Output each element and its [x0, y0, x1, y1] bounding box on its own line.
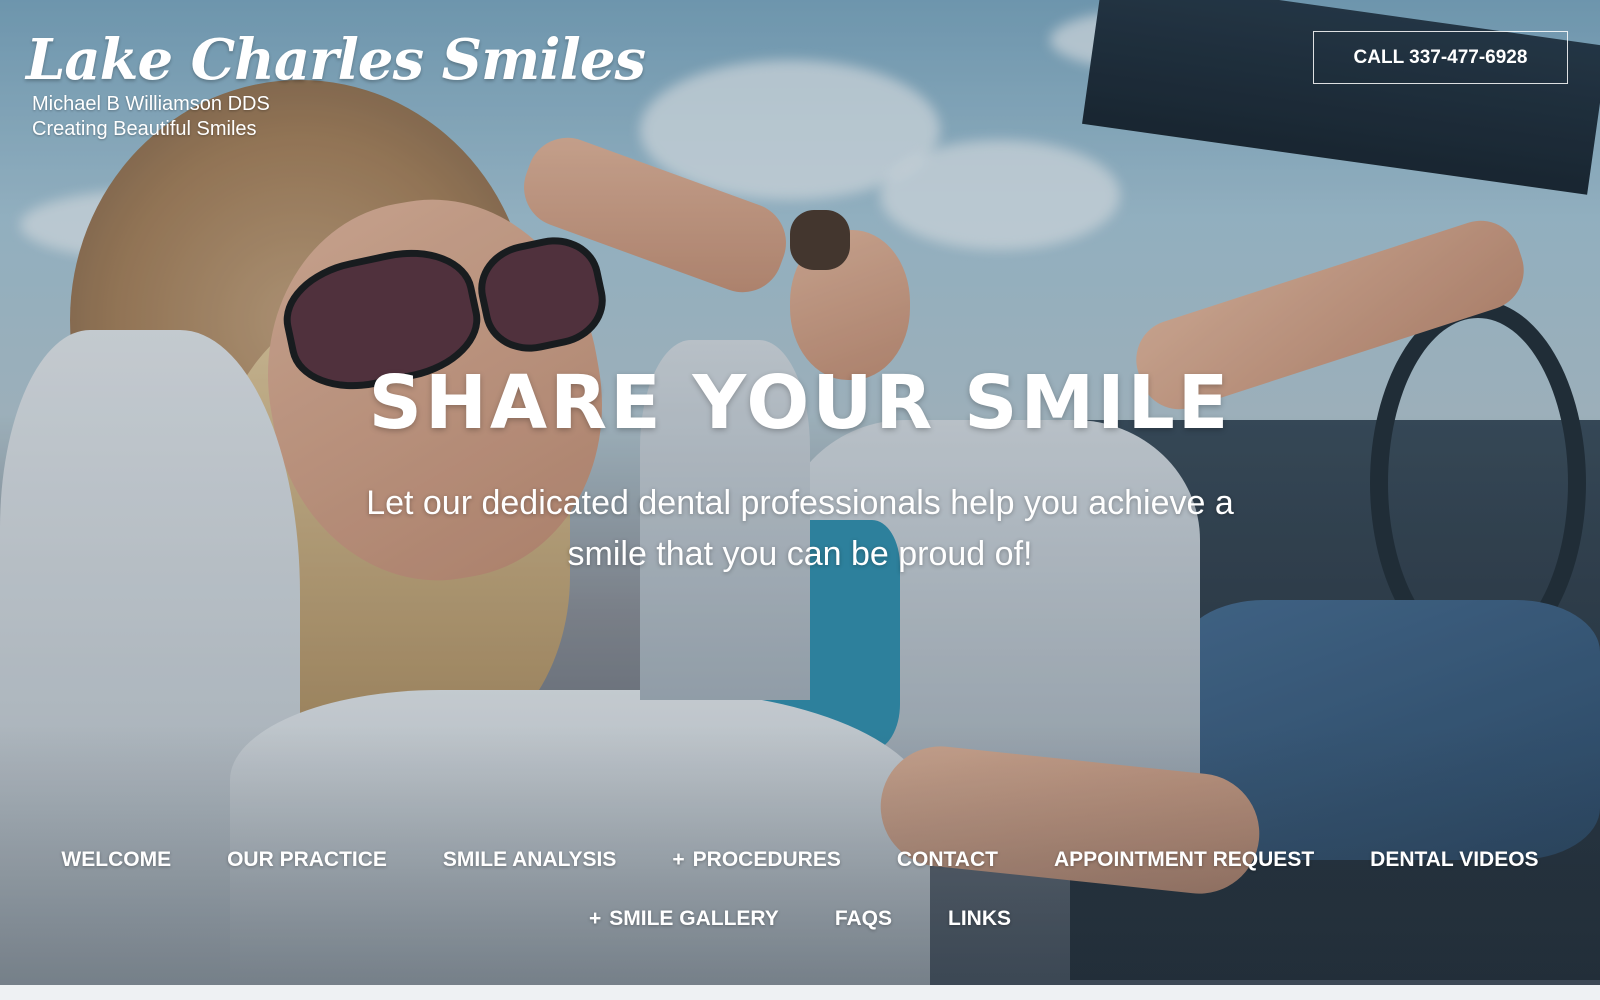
nav-item-procedures[interactable]: + PROCEDURES	[672, 848, 840, 872]
main-navigation: WELCOME OUR PRACTICE SMILE ANALYSIS + PRO…	[0, 840, 1600, 939]
expand-plus-icon[interactable]: +	[589, 907, 601, 930]
nav-item-faqs[interactable]: FAQS	[835, 907, 892, 931]
page-bottom-strip	[0, 985, 1600, 1000]
nav-item-label: SMILE ANALYSIS	[442, 848, 617, 871]
nav-item-welcome[interactable]: WELCOME	[61, 848, 171, 872]
nav-item-label: APPOINTMENT REQUEST	[1053, 848, 1315, 871]
logo-title: Lake Charles Smiles	[26, 27, 646, 93]
nav-item-label: PROCEDURES	[692, 848, 841, 871]
hero-subheading: Let our dedicated dental professionals h…	[366, 484, 1234, 573]
doctor-name: Michael B Williamson DDS	[32, 93, 270, 115]
nav-item-our-practice[interactable]: OUR PRACTICE	[227, 848, 387, 872]
nav-item-label: SMILE GALLERY	[609, 907, 779, 930]
tagline: Creating Beautiful Smiles	[32, 118, 257, 140]
nav-item-label: LINKS	[948, 907, 1011, 930]
nav-item-links[interactable]: LINKS	[948, 907, 1011, 931]
nav-item-contact[interactable]: CONTACT	[897, 848, 998, 872]
expand-plus-icon[interactable]: +	[672, 848, 684, 871]
nav-row-1: WELCOME OUR PRACTICE SMILE ANALYSIS + PRO…	[0, 840, 1600, 880]
nav-item-label: CONTACT	[896, 848, 998, 871]
nav-row-2: + SMILE GALLERY FAQS LINKS	[0, 899, 1600, 939]
nav-item-label: WELCOME	[61, 848, 172, 871]
hero-section: Lake Charles Smiles Michael B Williamson…	[0, 0, 1600, 985]
call-button[interactable]: CALL 337-477-6928	[1313, 31, 1568, 84]
nav-item-label: DENTAL VIDEOS	[1370, 848, 1539, 871]
nav-item-label: FAQS	[834, 907, 892, 930]
nav-item-smile-analysis[interactable]: SMILE ANALYSIS	[443, 848, 616, 872]
nav-item-label: OUR PRACTICE	[227, 848, 387, 871]
hero-headline: SHARE YOUR SMILE	[368, 360, 1232, 446]
site-logo[interactable]: Lake Charles Smiles Michael B Williamson…	[26, 27, 646, 142]
nav-item-appointment-request[interactable]: APPOINTMENT REQUEST	[1054, 848, 1314, 872]
nav-item-dental-videos[interactable]: DENTAL VIDEOS	[1370, 848, 1538, 872]
nav-item-smile-gallery[interactable]: + SMILE GALLERY	[589, 907, 779, 931]
